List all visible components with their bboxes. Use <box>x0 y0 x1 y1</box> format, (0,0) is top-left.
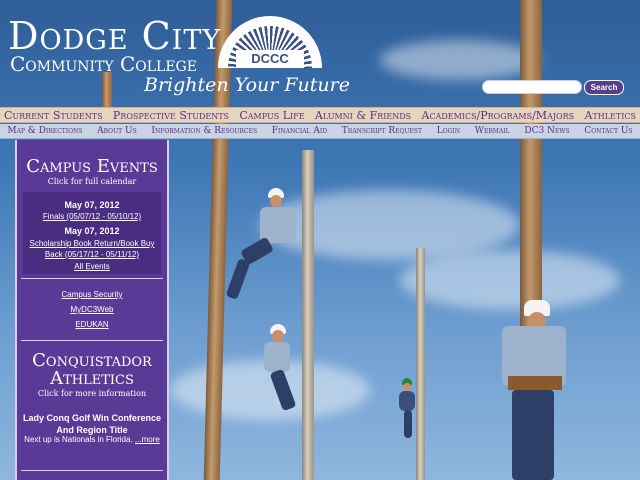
subnav-financial-aid[interactable]: Financial Aid <box>272 126 327 136</box>
main-nav: Current Students Prospective Students Ca… <box>0 107 640 123</box>
events-subtitle[interactable]: Click for full calendar <box>17 177 167 186</box>
events-list: May 07, 2012 Finals (05/07/12 - 05/10/12… <box>23 192 161 274</box>
nav-prospective-students[interactable]: Prospective Students <box>113 109 229 122</box>
nav-alumni-friends[interactable]: Alumni & Friends <box>315 109 411 122</box>
sub-nav: Map & Directions About Us Information & … <box>0 124 640 139</box>
news-headline[interactable]: Lady Conq Golf Win Conference And Region… <box>21 412 163 436</box>
lineman-figure <box>258 322 308 422</box>
sidebar: Campus Events Click for full calendar Ma… <box>15 140 169 480</box>
search-button[interactable]: Search <box>584 80 624 95</box>
event-date: May 07, 2012 <box>64 200 120 210</box>
news-text: Next up is Nationals in Florida. <box>24 435 133 444</box>
nav-academics[interactable]: Academics/Programs/Majors <box>422 109 575 122</box>
subnav-login[interactable]: Login <box>437 126 460 136</box>
subnav-transcript-request[interactable]: Transcript Request <box>342 126 422 136</box>
lineman-figure <box>396 376 426 446</box>
subnav-dc3-news[interactable]: DC3 News <box>524 126 569 136</box>
nav-current-students[interactable]: Current Students <box>4 109 103 122</box>
link-mydc3web[interactable]: MyDC3Web <box>17 305 167 314</box>
news-more-link[interactable]: ...more <box>135 435 160 444</box>
subnav-about-us[interactable]: About Us <box>97 126 137 136</box>
link-edukan[interactable]: EDUKAN <box>17 320 167 329</box>
subnav-contact-us[interactable]: Contact Us <box>584 126 632 136</box>
subnav-map-directions[interactable]: Map & Directions <box>7 126 82 136</box>
college-logo[interactable]: Dodge City Community College DCCC Bright… <box>0 0 350 100</box>
utility-pole <box>302 150 314 480</box>
all-events-link[interactable]: All Events <box>23 262 161 271</box>
nav-campus-life[interactable]: Campus Life <box>239 109 304 122</box>
events-title[interactable]: Campus Events <box>17 156 167 177</box>
link-campus-security[interactable]: Campus Security <box>17 290 167 299</box>
event-date: May 07, 2012 <box>64 226 120 236</box>
event-link[interactable]: Finals (05/07/12 - 05/10/12) <box>23 212 161 221</box>
subnav-webmail[interactable]: Webmail <box>475 126 510 136</box>
search-input[interactable] <box>482 80 582 94</box>
nav-athletics[interactable]: Athletics <box>584 109 636 122</box>
athletics-title-line2[interactable]: Athletics <box>17 368 167 389</box>
lineman-figure <box>225 185 298 315</box>
tagline: Brighten Your Future <box>144 74 350 96</box>
lineman-figure <box>494 296 574 480</box>
event-link[interactable]: Scholarship Book Return/Book Buy Back (0… <box>25 238 159 260</box>
divider <box>21 278 163 279</box>
subnav-information-resources[interactable]: Information & Resources <box>151 126 257 136</box>
news-summary: Next up is Nationals in Florida. ...more <box>17 435 167 444</box>
divider <box>21 470 163 471</box>
logo-subtitle: Community College <box>10 52 197 76</box>
athletics-subtitle[interactable]: Click for more information <box>17 389 167 398</box>
divider <box>21 340 163 341</box>
logo-badge: DCCC <box>236 50 304 68</box>
